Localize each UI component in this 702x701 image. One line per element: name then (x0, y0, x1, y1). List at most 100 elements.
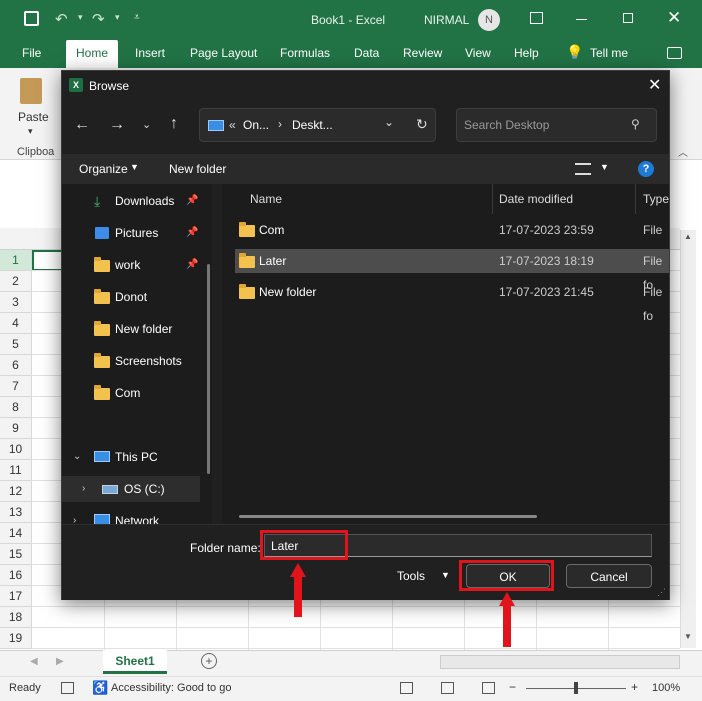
undo-icon[interactable]: ↶ (55, 10, 68, 28)
organize-button[interactable]: Organize (79, 162, 128, 176)
save-icon[interactable] (24, 11, 39, 26)
tab-insert[interactable]: Insert (135, 46, 165, 60)
row-header[interactable]: 10 (0, 439, 32, 460)
search-icon[interactable]: ⚲ (631, 117, 640, 131)
sheet-scroll-left-icon[interactable]: ◀ (30, 656, 38, 667)
tab-page-layout[interactable]: Page Layout (190, 46, 257, 60)
user-name[interactable]: NIRMAL (424, 13, 469, 27)
column-header-date[interactable]: Date modified (499, 184, 573, 214)
tab-file[interactable]: File (22, 46, 41, 60)
expand-chevron-icon[interactable]: › (73, 508, 76, 524)
sidebar-item-donot[interactable]: Donot (62, 284, 200, 310)
dialog-close-icon[interactable]: ✕ (648, 75, 661, 95)
sidebar-item-pictures[interactable]: Pictures 📌 (62, 220, 200, 246)
row-header[interactable]: 18 (0, 607, 32, 628)
column-header-name[interactable]: Name (250, 184, 282, 214)
accessibility-status[interactable]: Accessibility: Good to go (111, 682, 231, 694)
paste-dropdown-icon[interactable]: ▾ (28, 126, 33, 137)
sheet-scroll-right-icon[interactable]: ▶ (56, 656, 64, 667)
tell-me-search[interactable]: Tell me (590, 46, 628, 60)
row-header[interactable]: 1 (0, 250, 32, 271)
ribbon-display-icon[interactable] (530, 12, 543, 24)
file-list-horizontal-scrollbar[interactable] (239, 515, 537, 518)
undo-dropdown-icon[interactable]: ▾ (78, 12, 83, 23)
redo-dropdown-icon[interactable]: ▾ (115, 12, 120, 23)
close-window-icon[interactable]: ✕ (667, 8, 681, 28)
tab-review[interactable]: Review (403, 46, 442, 60)
view-options-icon[interactable] (575, 163, 591, 175)
zoom-level[interactable]: 100% (652, 682, 680, 694)
sidebar-item-screenshots[interactable]: Screenshots (62, 348, 200, 374)
sheet-tab-sheet1[interactable]: Sheet1 (103, 650, 167, 674)
forward-arrow-icon[interactable]: → (109, 116, 125, 134)
address-segment-desktop[interactable]: Deskt... (292, 118, 333, 132)
sidebar-item-com[interactable]: Com (62, 380, 200, 406)
sidebar-item-os-drive[interactable]: › OS (C:) (62, 476, 200, 502)
sidebar-item-work[interactable]: work 📌 (62, 252, 200, 278)
row-header[interactable]: 3 (0, 292, 32, 313)
collapse-chevron-icon[interactable]: ⌄ (73, 444, 81, 470)
organize-dropdown-icon[interactable]: ▼ (130, 162, 139, 172)
maximize-icon[interactable] (623, 13, 633, 23)
normal-view-icon[interactable] (400, 682, 413, 694)
add-sheet-icon[interactable]: + (201, 653, 217, 669)
tab-view[interactable]: View (465, 46, 491, 60)
new-folder-button[interactable]: New folder (169, 162, 226, 176)
paste-label[interactable]: Paste (18, 110, 49, 124)
recent-locations-icon[interactable]: ⌄ (142, 118, 151, 131)
scroll-down-icon[interactable]: ▼ (684, 632, 692, 641)
tab-data[interactable]: Data (354, 46, 379, 60)
paste-icon[interactable] (20, 78, 42, 104)
comments-icon[interactable] (667, 47, 682, 59)
horizontal-scrollbar[interactable] (440, 655, 680, 669)
redo-icon[interactable]: ↷ (92, 10, 105, 28)
navigation-pane-scrollbar[interactable] (207, 264, 210, 474)
sidebar-item-network[interactable]: › Network (62, 508, 200, 524)
row-header[interactable]: 15 (0, 544, 32, 565)
file-row-new-folder[interactable]: New folder 17-07-2023 21:45 File fo (235, 280, 669, 323)
tools-button[interactable]: Tools (397, 569, 425, 583)
row-header[interactable]: 2 (0, 271, 32, 292)
file-row-com[interactable]: Com 17-07-2023 23:59 File fo (235, 218, 669, 261)
search-box[interactable]: Search Desktop ⚲ (456, 108, 657, 142)
up-arrow-icon[interactable]: ↑ (170, 115, 178, 133)
pin-icon[interactable]: 📌 (186, 220, 198, 246)
row-header[interactable]: 17 (0, 586, 32, 607)
row-header[interactable]: 13 (0, 502, 32, 523)
row-header[interactable]: 16 (0, 565, 32, 586)
row-header[interactable]: 7 (0, 376, 32, 397)
cancel-button[interactable]: Cancel (566, 564, 652, 588)
search-input[interactable]: Search Desktop (464, 118, 549, 132)
resize-grip-icon[interactable]: ⋰ (657, 587, 666, 598)
tab-formulas[interactable]: Formulas (280, 46, 330, 60)
zoom-out-icon[interactable]: − (509, 680, 516, 694)
zoom-in-icon[interactable]: + (631, 680, 638, 694)
address-segment-onedrive[interactable]: On... (243, 118, 269, 132)
pin-icon[interactable]: 📌 (186, 252, 198, 278)
row-header[interactable]: 4 (0, 313, 32, 334)
row-header[interactable]: 9 (0, 418, 32, 439)
accessibility-icon[interactable]: ♿ (92, 680, 108, 696)
customize-toolbar-icon[interactable]: ⩡ (134, 12, 140, 23)
view-dropdown-icon[interactable]: ▼ (600, 162, 609, 172)
row-header[interactable]: 14 (0, 523, 32, 544)
file-row-later[interactable]: Later 17-07-2023 18:19 File fo (235, 249, 669, 292)
column-header-type[interactable]: Type (643, 184, 669, 214)
expand-chevron-icon[interactable]: › (82, 476, 85, 502)
tab-help[interactable]: Help (514, 46, 539, 60)
minimize-icon[interactable] (576, 19, 587, 20)
row-header[interactable]: 5 (0, 334, 32, 355)
row-header[interactable]: 19 (0, 628, 32, 649)
avatar[interactable]: N (478, 9, 500, 31)
vertical-scrollbar[interactable]: ▲ ▼ (680, 230, 696, 648)
sidebar-item-downloads[interactable]: ⤓ Downloads 📌 (62, 188, 200, 214)
tab-home[interactable]: Home (66, 40, 119, 68)
refresh-icon[interactable]: ↻ (416, 116, 428, 133)
sidebar-item-this-pc[interactable]: ⌄ This PC (62, 444, 200, 470)
address-overflow[interactable]: « (229, 118, 236, 132)
navigation-pane[interactable]: ⤓ Downloads 📌 Pictures 📌 work 📌 Donot Ne… (62, 184, 212, 524)
row-header[interactable]: 12 (0, 481, 32, 502)
scroll-up-icon[interactable]: ▲ (684, 232, 692, 241)
tools-dropdown-icon[interactable]: ▼ (441, 570, 450, 580)
back-arrow-icon[interactable]: ← (74, 116, 90, 134)
